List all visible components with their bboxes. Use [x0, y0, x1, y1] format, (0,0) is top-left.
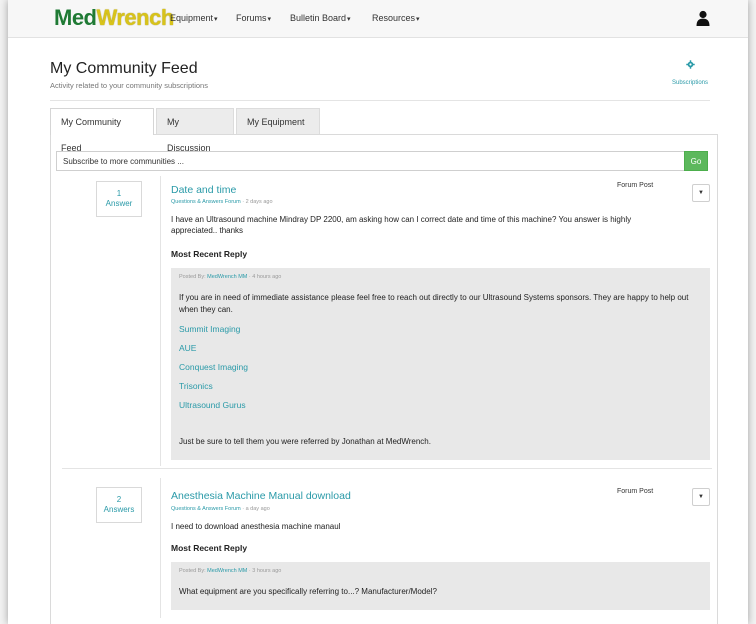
gear-icon — [685, 60, 695, 69]
reply-text: If you are in need of immediate assistan… — [179, 293, 689, 314]
post-title[interactable]: Anesthesia Machine Manual download — [171, 490, 351, 502]
posted-by-label: Posted By: — [179, 568, 206, 574]
reply-panel: Posted By: MedWrench MM · 3 hours ago Wh… — [171, 562, 710, 610]
user-icon[interactable] — [696, 10, 710, 26]
answer-count-box[interactable]: 1 Answer — [96, 181, 142, 217]
page-subtitle: Activity related to your community subsc… — [50, 81, 208, 90]
reply-age: 4 hours ago — [252, 274, 282, 280]
forum-link[interactable]: Questions & Answers Forum — [171, 199, 241, 205]
nav-forums-label: Forums — [236, 13, 267, 23]
medwrench-logo[interactable]: MedWrench — [54, 4, 174, 32]
nav-bulletin-board-label: Bulletin Board — [290, 13, 347, 23]
reply-text: What equipment are you specifically refe… — [179, 587, 437, 596]
link-trisonics[interactable]: Trisonics — [179, 381, 213, 391]
feed-item-divider — [160, 478, 161, 618]
browser-window: MedWrench Equipment▾ Forums▾ Bulletin Bo… — [8, 0, 748, 624]
post-meta: Questions & Answers Forum · a day ago — [171, 506, 270, 512]
answer-count: 1 — [116, 189, 122, 198]
link-conquest-imaging[interactable]: Conquest Imaging — [179, 362, 248, 372]
most-recent-reply-heading: Most Recent Reply — [171, 249, 248, 259]
nav-forums[interactable]: Forums▾ — [236, 13, 271, 23]
reply-footer: Just be sure to tell them you were refer… — [179, 437, 431, 446]
post-meta: Questions & Answers Forum · 2 days ago — [171, 199, 273, 205]
tab-my-equipment[interactable]: My Equipment — [236, 108, 320, 134]
nav-resources[interactable]: Resources▾ — [372, 13, 420, 23]
post-type: Forum Post — [617, 182, 654, 189]
post-body: I need to download anesthesia machine ma… — [171, 522, 341, 531]
posted-by-label: Posted By: — [179, 274, 206, 280]
caret-down-icon: ▼ — [698, 190, 704, 196]
top-navbar: MedWrench Equipment▾ Forums▾ Bulletin Bo… — [8, 0, 748, 38]
caret-down-icon: ▾ — [214, 16, 218, 23]
reply-author-link[interactable]: MedWrench MM — [207, 274, 247, 280]
subscriptions-label: Subscriptions — [671, 80, 709, 86]
caret-down-icon: ▾ — [267, 16, 272, 23]
link-aue[interactable]: AUE — [179, 343, 196, 353]
post-age: 2 days ago — [245, 199, 273, 205]
post-options-dropdown[interactable]: ▼ — [692, 184, 710, 202]
nav-resources-label: Resources — [372, 13, 416, 23]
post-title[interactable]: Date and time — [171, 184, 236, 196]
link-summit-imaging[interactable]: Summit Imaging — [179, 324, 240, 334]
answer-count-box[interactable]: 2 Answers — [96, 487, 142, 523]
logo-wrench: Wrench — [96, 5, 175, 30]
reply-age: 3 hours ago — [252, 568, 282, 574]
link-ultrasound-gurus[interactable]: Ultrasound Gurus — [179, 400, 246, 410]
nav-equipment[interactable]: Equipment▾ — [170, 13, 218, 23]
tab-my-community-feed[interactable]: My Community Feed — [50, 108, 154, 153]
reply-meta: Posted By: MedWrench MM · 4 hours ago — [179, 274, 282, 280]
feed-item-separator — [62, 468, 712, 469]
answer-count: 2 — [116, 495, 122, 504]
tab-my-discussion[interactable]: My Discussion — [156, 108, 234, 153]
page-title: My Community Feed — [50, 60, 198, 77]
post-age: a day ago — [245, 506, 270, 512]
caret-down-icon: ▼ — [698, 494, 704, 500]
reply-panel: Posted By: MedWrench MM · 4 hours ago If… — [171, 268, 710, 460]
post-body: I have an Ultrasound machine Mindray DP … — [171, 215, 632, 235]
logo-med: Med — [54, 5, 97, 30]
answer-label: Answer — [105, 199, 133, 208]
post-type: Forum Post — [617, 488, 654, 495]
nav-equipment-label: Equipment — [170, 13, 214, 23]
answer-label: Answers — [103, 505, 135, 514]
most-recent-reply-heading: Most Recent Reply — [171, 543, 248, 553]
header-divider — [50, 100, 710, 101]
subscriptions-link[interactable]: Subscriptions — [668, 60, 712, 89]
reply-meta: Posted By: MedWrench MM · 3 hours ago — [179, 568, 282, 574]
caret-down-icon: ▾ — [347, 16, 351, 23]
nav-bulletin-board[interactable]: Bulletin Board▾ — [290, 13, 351, 23]
go-button[interactable]: Go — [684, 151, 708, 171]
caret-down-icon: ▾ — [416, 16, 420, 23]
feed-item-divider — [160, 176, 161, 466]
reply-author-link[interactable]: MedWrench MM — [207, 568, 247, 574]
forum-link[interactable]: Questions & Answers Forum — [171, 506, 241, 512]
subscribe-input[interactable] — [56, 151, 684, 171]
post-options-dropdown[interactable]: ▼ — [692, 488, 710, 506]
